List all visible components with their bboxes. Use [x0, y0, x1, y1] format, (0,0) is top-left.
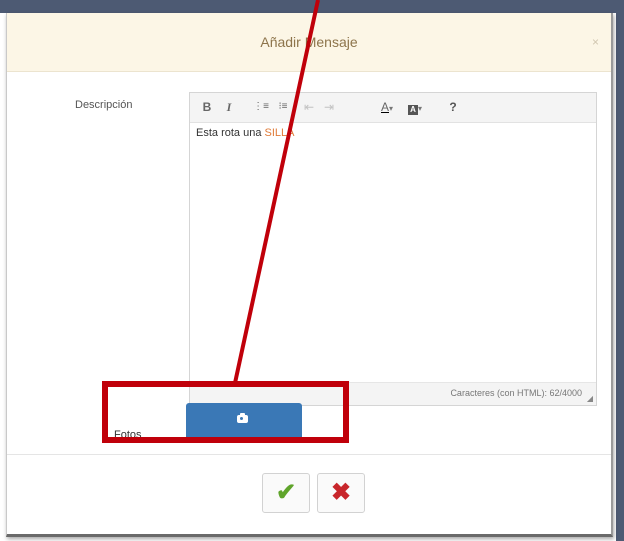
font-color-icon: A — [380, 100, 389, 114]
editor-text: Esta rota una — [196, 127, 265, 139]
background-window-strip — [0, 0, 624, 13]
dialog-header: Añadir Mensaje × — [7, 13, 611, 72]
accept-button[interactable]: ✔ — [262, 473, 310, 513]
font-color-button[interactable]: A▾ — [376, 98, 398, 116]
resize-grip-icon[interactable]: ◢ — [587, 394, 593, 403]
annotation-highlight-box — [102, 381, 349, 443]
background-color-button[interactable]: A ▾ — [404, 98, 426, 116]
close-icon[interactable]: × — [592, 35, 599, 49]
bold-button[interactable]: B — [200, 98, 214, 116]
editor-toolbar: B I ⋮≡ ⁝≡ ⇤ ⇥ A▾ A ▾ ? — [190, 93, 596, 123]
description-label: Descripción — [75, 99, 133, 111]
help-button[interactable]: ? — [446, 98, 460, 116]
character-counter: Caracteres (con HTML): 62/4000 — [450, 388, 582, 398]
unordered-list-icon[interactable]: ⁝≡ — [274, 98, 292, 116]
chevron-down-icon: ▾ — [389, 104, 394, 113]
background-color-icon: A — [407, 105, 418, 115]
description-editor: B I ⋮≡ ⁝≡ ⇤ ⇥ A▾ A ▾ ? Esta rota una SILL… — [189, 92, 597, 406]
italic-button[interactable]: I — [222, 98, 236, 116]
ordered-list-icon[interactable]: ⋮≡ — [252, 98, 270, 116]
chevron-down-icon: ▾ — [417, 104, 422, 113]
editor-content[interactable]: Esta rota una SILLA — [196, 127, 294, 139]
editor-highlighted-text: SILLA — [264, 127, 295, 139]
background-window-edge — [616, 0, 624, 541]
dialog-title: Añadir Mensaje — [260, 34, 358, 50]
outdent-icon[interactable]: ⇤ — [300, 98, 318, 116]
cancel-button[interactable]: ✖ — [317, 473, 365, 513]
indent-icon[interactable]: ⇥ — [320, 98, 338, 116]
add-message-dialog: Añadir Mensaje × Descripción B I ⋮≡ ⁝≡ ⇤… — [6, 13, 613, 537]
footer-divider — [7, 454, 611, 455]
